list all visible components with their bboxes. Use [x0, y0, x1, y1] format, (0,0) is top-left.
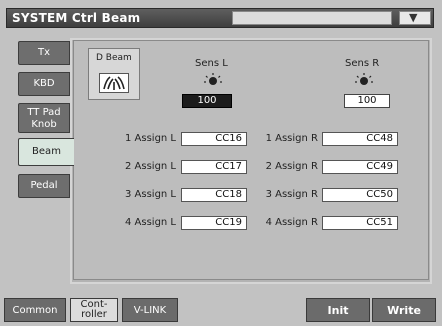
assign-l-field[interactable]: CC19 [181, 216, 247, 230]
dbeam-button[interactable]: D Beam [88, 48, 140, 100]
controller-button[interactable]: Cont- roller [70, 298, 118, 322]
assign-r-label: 2 Assign R [265, 161, 318, 172]
screen: SYSTEM Ctrl Beam ▼ Tx KBD TT Pad Knob Be… [0, 0, 442, 326]
assign-l-label: 2 Assign L [124, 161, 176, 172]
init-button-label: Init [327, 304, 349, 317]
assign-r-field[interactable]: CC51 [322, 216, 398, 230]
sens-l-label: Sens L [195, 58, 228, 69]
tab-kbd[interactable]: KBD [18, 72, 70, 96]
assign-l-label: 4 Assign L [124, 217, 176, 228]
dropdown-button[interactable]: ▼ [399, 11, 431, 25]
assign-l-label: 1 Assign L [124, 133, 176, 144]
assign-l-label: 3 Assign L [124, 189, 176, 200]
knob-icon[interactable] [202, 72, 224, 88]
tab-beam[interactable]: Beam [18, 138, 74, 166]
dbeam-label: D Beam [96, 53, 132, 63]
assign-r-label: 3 Assign R [265, 189, 318, 200]
tab-label: Beam [32, 146, 61, 157]
tab-label: Pedal [30, 180, 58, 191]
write-button[interactable]: Write [372, 298, 436, 322]
assign-r-field[interactable]: CC49 [322, 160, 398, 174]
tab-tt-pad-knob[interactable]: TT Pad Knob [18, 103, 70, 133]
tab-label-line2: Knob [31, 119, 57, 130]
assign-r-field[interactable]: CC48 [322, 132, 398, 146]
title-bar: SYSTEM Ctrl Beam ▼ [6, 8, 434, 28]
assign-l-field[interactable]: CC18 [181, 188, 247, 202]
controller-label-line2: roller [81, 309, 107, 320]
common-button[interactable]: Common [4, 298, 66, 322]
vlink-button-label: V-LINK [133, 305, 167, 316]
sens-l-value[interactable]: 100 [182, 94, 232, 108]
sens-r-value[interactable]: 100 [344, 94, 390, 108]
init-button[interactable]: Init [306, 298, 370, 322]
tab-label: Tx [37, 47, 51, 58]
dbeam-wave-icon [99, 73, 129, 93]
knob-icon[interactable] [353, 72, 375, 88]
assign-r-label: 1 Assign R [265, 133, 318, 144]
chevron-down-icon: ▼ [409, 11, 418, 24]
sens-r-label: Sens R [345, 58, 380, 69]
tab-tx[interactable]: Tx [18, 41, 70, 65]
assign-l-field[interactable]: CC16 [181, 132, 247, 146]
assign-r-field[interactable]: CC50 [322, 188, 398, 202]
vlink-button[interactable]: V-LINK [122, 298, 178, 322]
assign-r-label: 4 Assign R [265, 217, 318, 228]
title-field [232, 11, 392, 25]
page-title: SYSTEM Ctrl Beam [12, 11, 141, 25]
tab-label-line1: TT Pad [27, 107, 61, 118]
assign-l-field[interactable]: CC17 [181, 160, 247, 174]
write-button-label: Write [387, 304, 421, 317]
tab-pedal[interactable]: Pedal [18, 174, 70, 198]
tab-label: KBD [33, 78, 55, 89]
common-button-label: Common [12, 305, 58, 316]
